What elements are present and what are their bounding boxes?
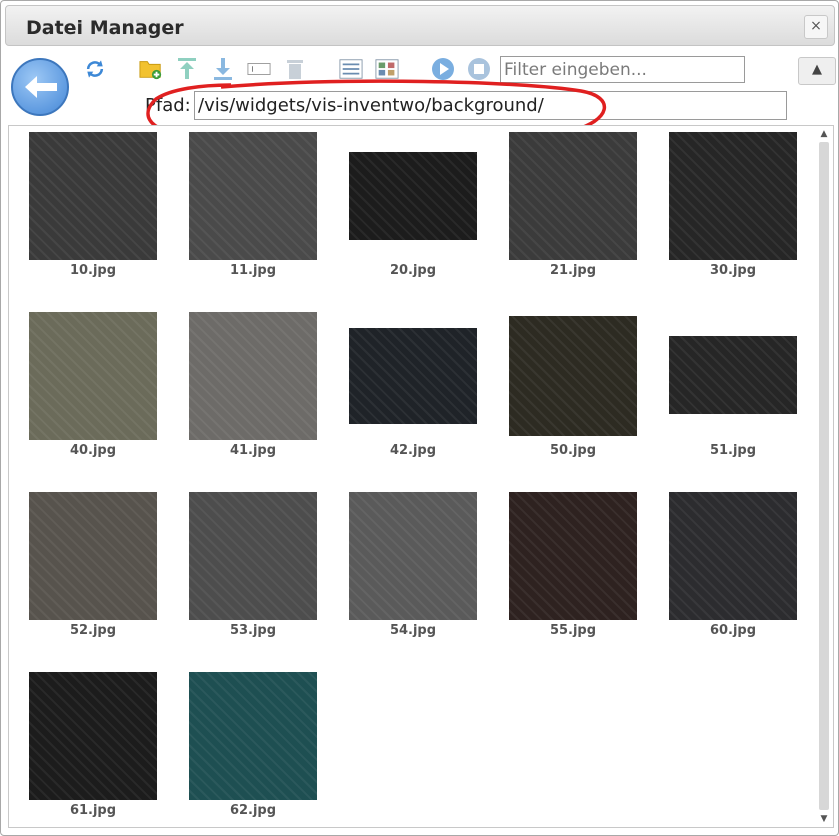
file-item[interactable]: 60.jpg [649, 486, 809, 656]
file-name: 10.jpg [69, 263, 117, 278]
upload-icon[interactable] [175, 57, 199, 81]
delete-icon[interactable] [283, 57, 307, 81]
file-thumbnail[interactable] [349, 492, 477, 620]
title-bar: Datei Manager × [5, 5, 835, 46]
file-name: 40.jpg [69, 443, 117, 458]
warning-button[interactable]: ▲ [798, 57, 836, 85]
file-name: 50.jpg [549, 443, 597, 458]
file-item[interactable]: 30.jpg [649, 126, 809, 296]
file-name: 60.jpg [709, 623, 757, 638]
file-thumbnail[interactable] [29, 492, 157, 620]
file-thumbnail[interactable] [509, 132, 637, 260]
play-icon[interactable] [431, 57, 455, 81]
file-thumbnail[interactable] [349, 328, 477, 424]
file-thumbnail[interactable] [669, 492, 797, 620]
back-button[interactable] [11, 58, 69, 116]
file-item[interactable]: 10.jpg [9, 126, 169, 296]
file-name: 21.jpg [549, 263, 597, 278]
list-view-icon[interactable] [339, 57, 363, 81]
file-name: 52.jpg [69, 623, 117, 638]
file-item[interactable]: 54.jpg [329, 486, 489, 656]
file-thumbnail[interactable] [29, 312, 157, 440]
rename-icon[interactable] [247, 57, 271, 81]
file-thumbnail[interactable] [349, 152, 477, 240]
file-name: 55.jpg [549, 623, 597, 638]
file-name: 53.jpg [229, 623, 277, 638]
scroll-up-icon[interactable]: ▲ [818, 128, 830, 140]
arrow-left-icon [25, 76, 57, 98]
file-item[interactable]: 42.jpg [329, 306, 489, 476]
vertical-scrollbar[interactable]: ▲ ▼ [818, 128, 830, 825]
file-name: 62.jpg [229, 803, 277, 818]
file-item[interactable]: 50.jpg [489, 306, 649, 476]
file-name: 30.jpg [709, 263, 757, 278]
file-name: 41.jpg [229, 443, 277, 458]
scrollbar-thumb[interactable] [819, 142, 829, 810]
file-item[interactable]: 11.jpg [169, 126, 329, 296]
file-grid: ▲ ▼ 10.jpg 11.jpg 20.jpg 21.jpg 30.jpg 40.jpg… [8, 125, 834, 828]
file-name: 61.jpg [69, 803, 117, 818]
file-item[interactable]: 61.jpg [9, 666, 169, 827]
grid-view-icon[interactable] [375, 57, 399, 81]
file-item[interactable]: 21.jpg [489, 126, 649, 296]
file-item[interactable]: 51.jpg [649, 306, 809, 476]
file-manager-dialog: Datei Manager × Filter eingeben... ▲ Pfa… [0, 0, 839, 836]
scroll-down-icon[interactable]: ▼ [818, 813, 830, 825]
new-folder-icon[interactable] [139, 57, 163, 81]
file-name: 11.jpg [229, 263, 277, 278]
file-thumbnail[interactable] [189, 312, 317, 440]
file-item[interactable]: 52.jpg [9, 486, 169, 656]
dialog-title: Datei Manager [26, 17, 184, 39]
file-item[interactable]: 40.jpg [9, 306, 169, 476]
download-icon[interactable] [211, 57, 235, 81]
file-thumbnail[interactable] [189, 132, 317, 260]
file-name: 51.jpg [709, 443, 757, 458]
file-item[interactable]: 53.jpg [169, 486, 329, 656]
file-thumbnail[interactable] [509, 316, 637, 436]
file-item[interactable]: 62.jpg [169, 666, 329, 827]
file-thumbnail[interactable] [189, 492, 317, 620]
file-thumbnail[interactable] [29, 672, 157, 800]
close-button[interactable]: × [804, 15, 828, 39]
file-item[interactable]: 41.jpg [169, 306, 329, 476]
file-item[interactable]: 55.jpg [489, 486, 649, 656]
file-thumbnail[interactable] [509, 492, 637, 620]
file-name: 42.jpg [389, 443, 437, 458]
file-thumbnail[interactable] [669, 132, 797, 260]
file-item[interactable]: 20.jpg [329, 126, 489, 296]
stop-icon[interactable] [467, 57, 491, 81]
refresh-icon[interactable] [83, 57, 107, 81]
file-name: 20.jpg [389, 263, 437, 278]
file-thumbnail[interactable] [669, 336, 797, 414]
file-name: 54.jpg [389, 623, 437, 638]
file-thumbnail[interactable] [29, 132, 157, 260]
file-thumbnail[interactable] [189, 672, 317, 800]
